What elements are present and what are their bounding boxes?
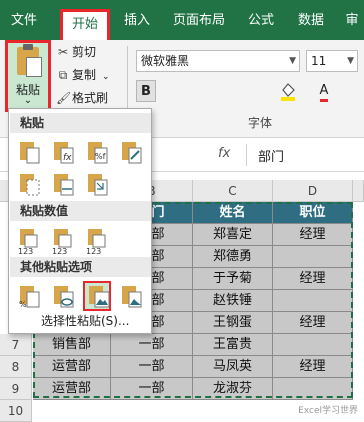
table-cell[interactable]: 经理 bbox=[273, 312, 353, 334]
table-cell[interactable]: 一部 bbox=[111, 378, 193, 400]
font-name-select[interactable]: 微软雅黑 ▼ bbox=[136, 50, 300, 72]
paste-formatting-icon[interactable]: % bbox=[15, 281, 43, 311]
paste-no-borders-icon[interactable] bbox=[15, 169, 43, 199]
table-cell[interactable]: 赵铁锤 bbox=[193, 290, 273, 312]
row-header-8[interactable]: 8 bbox=[0, 356, 32, 378]
row-header-7[interactable]: 7 bbox=[0, 334, 32, 356]
table-cell[interactable]: 郑德勇 bbox=[193, 246, 273, 268]
ribbon-tab-bar: 文件 开始 插入 页面布局 公式 数据 审 bbox=[0, 0, 364, 40]
svg-text:123: 123 bbox=[18, 247, 33, 255]
format-painter-label: 格式刷 bbox=[72, 91, 109, 105]
column-header-d[interactable]: D bbox=[273, 180, 353, 202]
paste-link-icon[interactable] bbox=[49, 281, 77, 311]
table-cell[interactable]: 王富贵 bbox=[193, 334, 273, 356]
table-cell[interactable] bbox=[273, 378, 353, 400]
paste-linked-picture-icon[interactable] bbox=[117, 281, 145, 311]
font-size-select[interactable]: 11 ▼ bbox=[306, 50, 358, 72]
cut-button[interactable]: ✂ 剪切 bbox=[56, 42, 96, 62]
table-cell[interactable]: 一部 bbox=[111, 334, 193, 356]
paste-values-source-format-icon[interactable]: 123 bbox=[83, 225, 111, 256]
scissors-icon: ✂ bbox=[57, 45, 69, 59]
paste-values-icon[interactable]: 123 bbox=[15, 225, 43, 256]
formula-bar-separator bbox=[246, 144, 247, 166]
tab-formulas[interactable]: 公式 bbox=[242, 9, 280, 33]
paste-transpose-icon[interactable] bbox=[83, 169, 111, 199]
fill-color-button[interactable] bbox=[276, 80, 300, 102]
copy-icon: ⧉ bbox=[58, 68, 68, 82]
column-header-c[interactable]: C bbox=[193, 180, 273, 202]
table-cell[interactable]: 运营部 bbox=[33, 378, 111, 400]
chevron-down-icon: ⌄ bbox=[23, 95, 33, 106]
svg-text:fx: fx bbox=[63, 153, 72, 163]
chevron-down-icon: ▼ bbox=[289, 56, 296, 66]
paste-keep-source-format-icon[interactable] bbox=[117, 137, 145, 167]
formula-input[interactable]: 部门 bbox=[258, 146, 284, 165]
paste-picture-icon[interactable] bbox=[83, 281, 111, 311]
paste-special-menu-item[interactable]: 选择性粘贴(S)... bbox=[41, 312, 129, 329]
tab-home[interactable]: 开始 bbox=[60, 9, 110, 40]
paste-options-menu: 粘贴 fx %f 粘贴数值 123 123 123 其他粘贴选项 % 选择性粘贴 bbox=[8, 108, 152, 334]
bold-button[interactable]: B bbox=[136, 80, 156, 102]
table-header-cell[interactable]: 姓名 bbox=[193, 202, 273, 224]
fill-bucket-icon bbox=[281, 83, 295, 101]
paste-formulas-number-format-icon[interactable]: %f bbox=[83, 137, 111, 167]
table-cell[interactable]: 经理 bbox=[273, 268, 353, 290]
svg-text:123: 123 bbox=[86, 247, 101, 255]
table-cell[interactable]: 龙淑芬 bbox=[193, 378, 273, 400]
watermark: Excel学习世界 bbox=[298, 406, 358, 416]
font-color-icon: A bbox=[319, 83, 329, 102]
menu-section-paste: 粘贴 bbox=[10, 113, 151, 133]
font-color-button[interactable]: A bbox=[312, 80, 336, 102]
table-cell[interactable]: 于予菊 bbox=[193, 268, 273, 290]
paste-button[interactable]: 粘贴 ⌄ bbox=[5, 40, 51, 112]
menu-section-other-paste: 其他粘贴选项 bbox=[10, 257, 151, 277]
copy-dropdown-icon[interactable]: ⌄ bbox=[102, 72, 110, 82]
tab-page-layout[interactable]: 页面布局 bbox=[168, 9, 230, 33]
paste-formulas-icon[interactable]: fx bbox=[49, 137, 77, 167]
table-cell[interactable] bbox=[273, 334, 353, 356]
table-cell[interactable]: 马凤英 bbox=[193, 356, 273, 378]
copy-label: 复制 bbox=[72, 68, 97, 82]
font-group-label: 字体 bbox=[247, 116, 272, 130]
table-cell[interactable]: 运营部 bbox=[33, 356, 111, 378]
menu-section-paste-values: 粘贴数值 bbox=[10, 201, 151, 221]
fx-icon[interactable]: fx bbox=[218, 146, 230, 161]
column-header-e[interactable] bbox=[353, 180, 364, 202]
tab-data[interactable]: 数据 bbox=[292, 9, 330, 33]
cut-label: 剪切 bbox=[72, 45, 97, 59]
font-size-value: 11 bbox=[311, 54, 327, 68]
svg-text:%: % bbox=[19, 300, 27, 309]
table-cell[interactable]: 经理 bbox=[273, 356, 353, 378]
table-cell[interactable]: 经理 bbox=[273, 224, 353, 246]
paste-icon[interactable] bbox=[15, 137, 43, 167]
paste-values-number-format-icon[interactable]: 123 bbox=[49, 225, 77, 256]
svg-text:123: 123 bbox=[52, 247, 67, 255]
table-cell[interactable] bbox=[273, 246, 353, 268]
table-cell[interactable]: 郑喜定 bbox=[193, 224, 273, 246]
paste-keep-column-width-icon[interactable] bbox=[49, 169, 77, 199]
font-name-value: 微软雅黑 bbox=[141, 54, 190, 68]
table-cell[interactable]: 一部 bbox=[111, 356, 193, 378]
tab-file[interactable]: 文件 bbox=[4, 9, 44, 33]
table-cell[interactable]: 销售部 bbox=[33, 334, 111, 356]
format-painter-button[interactable]: 🖌格式刷 bbox=[56, 88, 108, 108]
svg-text:%f: %f bbox=[95, 152, 106, 161]
tab-review[interactable]: 审 bbox=[340, 9, 364, 33]
table-cell[interactable]: 王钢蛋 bbox=[193, 312, 273, 334]
paste-sheet-icon bbox=[26, 57, 42, 77]
row-header-9[interactable]: 9 bbox=[0, 378, 32, 400]
paintbrush-icon: 🖌 bbox=[56, 91, 72, 105]
table-cell[interactable] bbox=[273, 290, 353, 312]
chevron-down-icon: ▼ bbox=[347, 56, 354, 66]
copy-button[interactable]: ⧉ 复制 ⌄ bbox=[56, 65, 110, 85]
tab-insert[interactable]: 插入 bbox=[118, 9, 156, 33]
row-header-10[interactable]: 10 bbox=[0, 400, 32, 422]
table-header-cell[interactable]: 职位 bbox=[273, 202, 353, 224]
